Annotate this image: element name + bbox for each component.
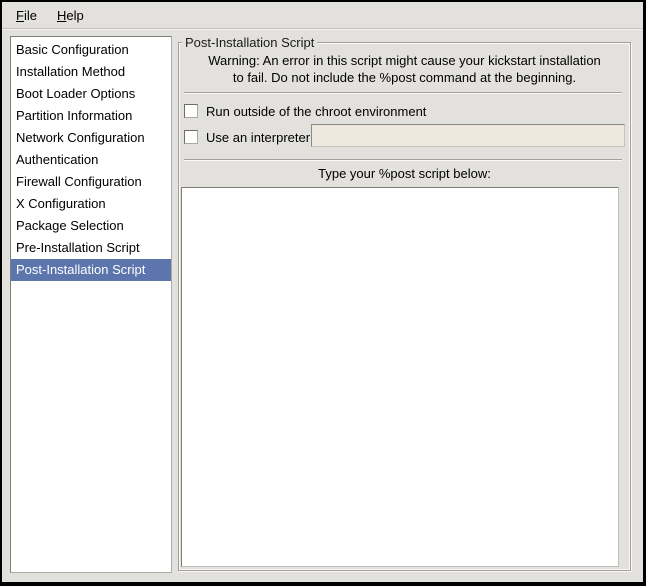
warning-line-2: to fail. Do not include the %post comman… [179,69,630,86]
sidebar-item-network-configuration[interactable]: Network Configuration [11,127,171,149]
interpreter-checkbox-label[interactable]: Use an interpreter: [206,130,314,145]
interpreter-input[interactable] [311,124,625,147]
sidebar-item-boot-loader-options[interactable]: Boot Loader Options [11,83,171,105]
separator [184,92,622,94]
kickstart-configurator-window: File Help Basic Configuration Installati… [0,0,646,586]
menu-file-label: ile [24,8,37,23]
sidebar-item-post-installation-script[interactable]: Post-Installation Script [11,259,171,281]
sidebar-item-x-configuration[interactable]: X Configuration [11,193,171,215]
menu-help-label: elp [66,8,83,23]
menu-file-accel: F [16,8,24,23]
frame-title: Post-Installation Script [182,35,317,50]
menu-bar: File Help [2,2,643,29]
warning-text: Warning: An error in this script might c… [179,52,630,86]
sidebar-item-partition-information[interactable]: Partition Information [11,105,171,127]
sidebar-item-basic-configuration[interactable]: Basic Configuration [11,39,171,61]
interpreter-checkbox-row: Use an interpreter: [184,128,314,146]
sidebar-item-firewall-configuration[interactable]: Firewall Configuration [11,171,171,193]
interpreter-checkbox[interactable] [184,130,198,144]
warning-line-1: Warning: An error in this script might c… [179,52,630,69]
post-installation-script-frame: Post-Installation Script Warning: An err… [178,42,631,571]
script-area-label: Type your %post script below: [179,166,630,181]
sidebar-item-package-selection[interactable]: Package Selection [11,215,171,237]
menu-help-accel: H [57,8,66,23]
menu-help[interactable]: Help [47,2,94,28]
sidebar-item-authentication[interactable]: Authentication [11,149,171,171]
separator [184,159,622,161]
sidebar-item-installation-method[interactable]: Installation Method [11,61,171,83]
section-list: Basic Configuration Installation Method … [10,36,172,573]
chroot-checkbox-label[interactable]: Run outside of the chroot environment [206,104,426,119]
post-script-textarea[interactable] [181,187,619,567]
chroot-checkbox-row: Run outside of the chroot environment [184,102,426,120]
sidebar-item-pre-installation-script[interactable]: Pre-Installation Script [11,237,171,259]
chroot-checkbox[interactable] [184,104,198,118]
menu-file[interactable]: File [6,2,47,28]
